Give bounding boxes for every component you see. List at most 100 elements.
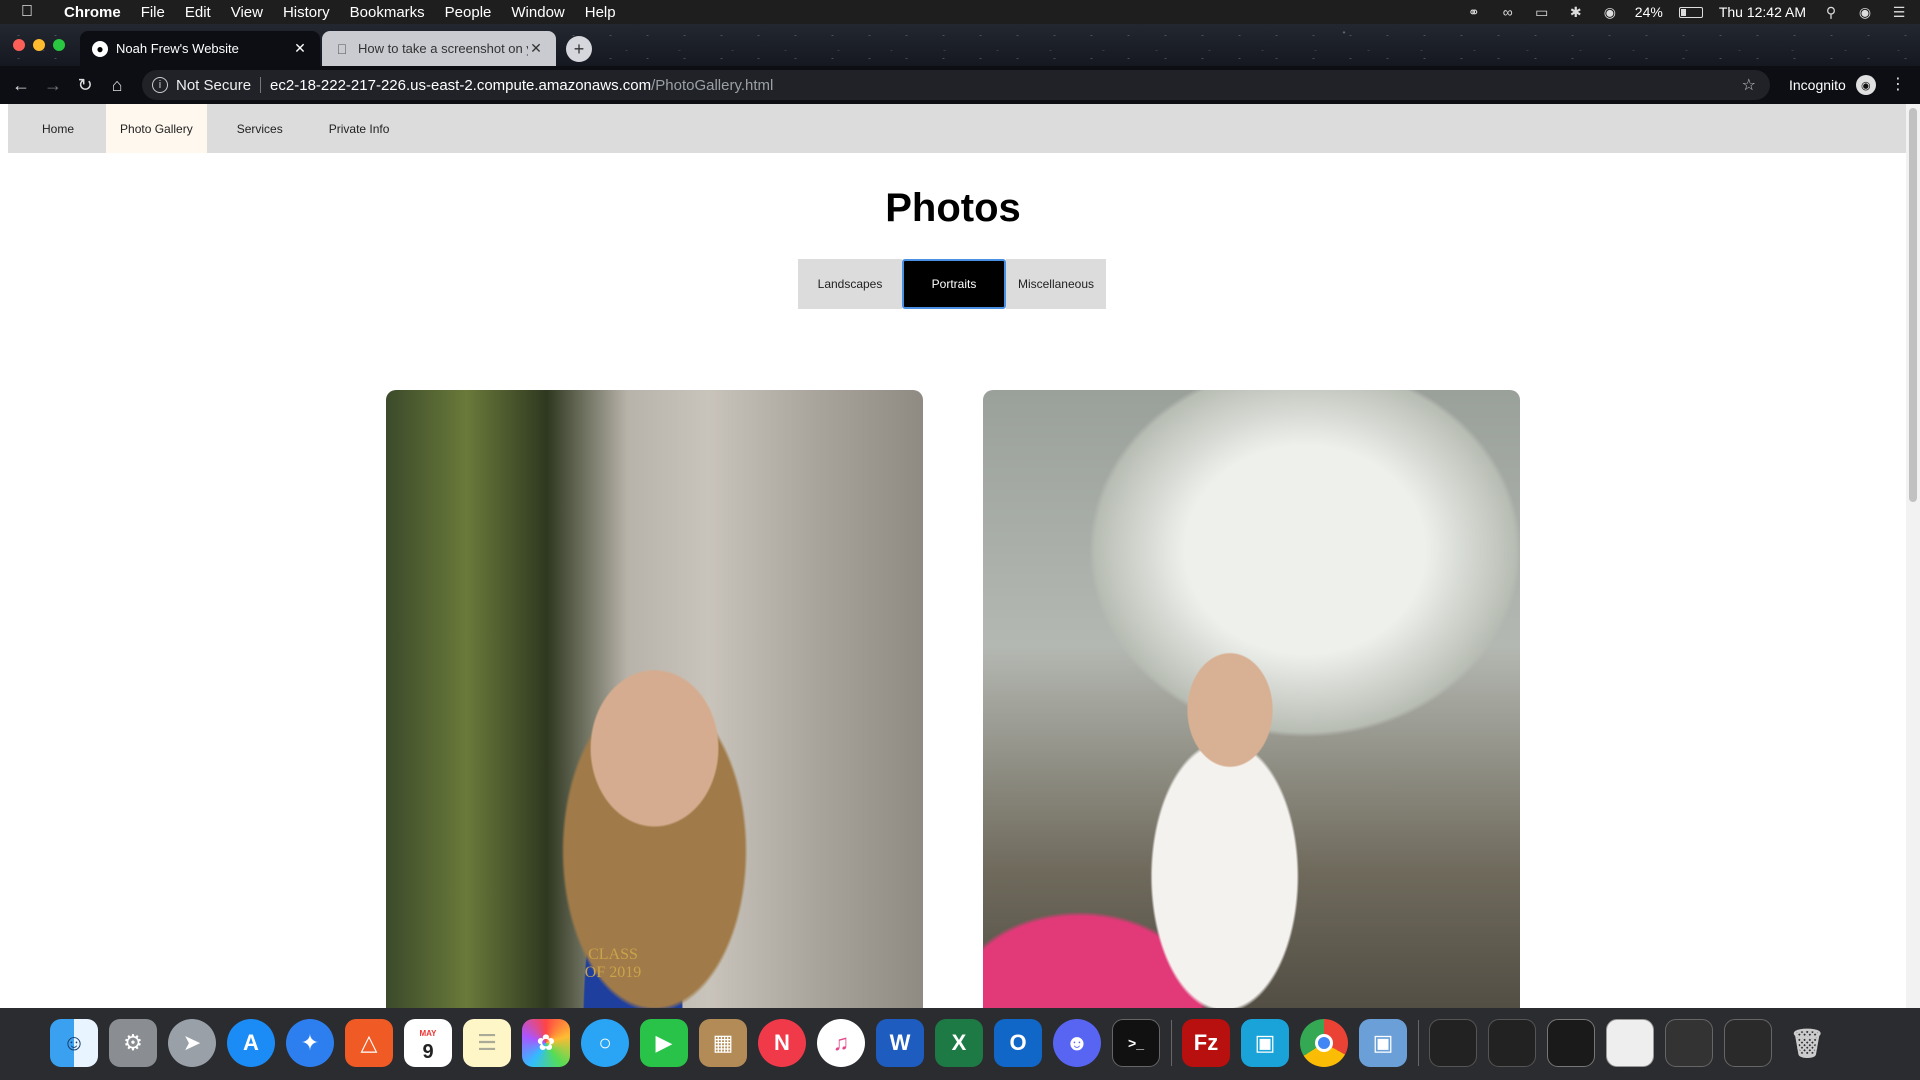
- menu-history[interactable]: History: [273, 4, 340, 21]
- discord-icon[interactable]: ☻: [1053, 1019, 1101, 1067]
- minimize-window-button[interactable]: [33, 39, 45, 51]
- menu-app-name[interactable]: Chrome: [54, 4, 131, 21]
- calendar-icon[interactable]: MAY 9: [404, 1019, 452, 1067]
- page-title: Photos: [885, 186, 1021, 230]
- portrait-photo-graduation-stole[interactable]: CLASS OF 2019: [386, 390, 923, 1008]
- excel-icon[interactable]: X: [935, 1019, 983, 1067]
- home-icon[interactable]: ⌂: [101, 75, 133, 96]
- filter-miscellaneous-button[interactable]: Miscellaneous: [1006, 259, 1106, 309]
- tab-apple-support[interactable]:  How to take a screenshot on your Mac -…: [322, 31, 556, 66]
- security-status[interactable]: Not Secure: [176, 77, 251, 94]
- app-store-icon[interactable]: A: [227, 1019, 275, 1067]
- portrait-photo-flowering-tree[interactable]: [983, 390, 1520, 1008]
- battery-icon[interactable]: [1678, 6, 1703, 18]
- menu-window[interactable]: Window: [501, 4, 574, 21]
- menu-view[interactable]: View: [221, 4, 273, 21]
- bookmark-star-icon[interactable]: ☆: [1742, 75, 1756, 95]
- menu-bookmarks[interactable]: Bookmarks: [340, 4, 435, 21]
- filezilla-icon[interactable]: Fz: [1182, 1019, 1230, 1067]
- preview-icon[interactable]: ▣: [1359, 1019, 1407, 1067]
- dock-divider: [1418, 1020, 1419, 1066]
- close-window-button[interactable]: [13, 39, 25, 51]
- notefile-icon[interactable]: ▦: [699, 1019, 747, 1067]
- terminal-icon[interactable]: >_: [1112, 1019, 1160, 1067]
- chrome-icon[interactable]: [1300, 1019, 1348, 1067]
- outlook-icon[interactable]: O: [994, 1019, 1042, 1067]
- tab-title: How to take a screenshot on your Mac - A…: [358, 41, 528, 56]
- forward-arrow-icon[interactable]: →: [37, 75, 69, 96]
- airplay-icon[interactable]: ▭: [1533, 4, 1551, 21]
- incognito-indicator[interactable]: Incognito ◉: [1789, 75, 1876, 95]
- minimized-window-thumbnail[interactable]: [1665, 1019, 1713, 1067]
- trash-icon[interactable]: 🗑: [1783, 1019, 1831, 1067]
- minimized-window-thumbnail[interactable]: [1429, 1019, 1477, 1067]
- macos-menu-bar:  Chrome File Edit View History Bookmark…: [0, 0, 1920, 24]
- safari-icon[interactable]: ✦: [286, 1019, 334, 1067]
- notification-center-icon[interactable]: ☰: [1890, 4, 1908, 21]
- incognito-icon: ◉: [1855, 75, 1876, 95]
- menu-bar-tray: ⚭ ∞ ▭ ✱ ◉ 24% Thu 12:42 AM ⚲ ◉ ☰: [1465, 0, 1908, 24]
- spotlight-search-icon[interactable]: ⚲: [1822, 4, 1840, 21]
- system-preferences-icon[interactable]: ⚙: [109, 1019, 157, 1067]
- filter-portraits-button[interactable]: Portraits: [902, 259, 1006, 309]
- creative-cloud-icon[interactable]: ∞: [1499, 4, 1517, 20]
- window-controls: [13, 39, 65, 51]
- tab-noah-frews-website[interactable]: ● Noah Frew's Website ✕: [80, 31, 320, 66]
- address-bar[interactable]: i Not Secure ec2-18-222-217-226.us-east-…: [142, 70, 1770, 100]
- battery-percentage: 24%: [1634, 4, 1663, 20]
- url-path: /PhotoGallery.html: [651, 76, 774, 94]
- address-bar-separator: [260, 77, 262, 93]
- nav-services[interactable]: Services: [207, 104, 313, 153]
- reload-icon[interactable]: ↻: [69, 75, 101, 96]
- menu-file[interactable]: File: [131, 4, 175, 21]
- scrollbar-thumb[interactable]: [1909, 108, 1917, 502]
- nav-home[interactable]: Home: [8, 104, 106, 153]
- brave-icon[interactable]: △: [345, 1019, 393, 1067]
- frame-app-icon[interactable]: ▣: [1241, 1019, 1289, 1067]
- new-tab-button[interactable]: +: [566, 36, 592, 62]
- facetime-icon[interactable]: ▶: [640, 1019, 688, 1067]
- nav-photo-gallery[interactable]: Photo Gallery: [106, 104, 207, 153]
- site-navigation: Home Photo Gallery Services Private Info: [8, 104, 1906, 153]
- news-icon[interactable]: N: [758, 1019, 806, 1067]
- filter-landscapes-button[interactable]: Landscapes: [798, 259, 902, 309]
- macos-dock: ☺ ⚙ ➤ A ✦ △ MAY 9 ☰ ✿ ○ ▶ ▦ N ♫ W X O ☻ …: [0, 1008, 1920, 1080]
- nav-private-info[interactable]: Private Info: [313, 104, 406, 153]
- finder-icon[interactable]: ☺: [50, 1019, 98, 1067]
- dock-icons: ☺ ⚙ ➤ A ✦ △ MAY 9 ☰ ✿ ○ ▶ ▦ N ♫ W X O ☻ …: [50, 1014, 1870, 1072]
- apple-menu-icon[interactable]: : [0, 3, 54, 21]
- minimized-window-thumbnail[interactable]: [1488, 1019, 1536, 1067]
- back-arrow-icon[interactable]: ←: [5, 75, 37, 96]
- site-info-icon[interactable]: i: [152, 77, 168, 93]
- menu-help[interactable]: Help: [575, 4, 626, 21]
- close-tab-icon[interactable]: ✕: [292, 40, 308, 57]
- notes-icon[interactable]: ☰: [463, 1019, 511, 1067]
- tab-title: Noah Frew's Website: [116, 41, 239, 56]
- itunes-icon[interactable]: ♫: [817, 1019, 865, 1067]
- wifi-icon[interactable]: ◉: [1601, 4, 1619, 21]
- bluetooth-icon[interactable]: ✱: [1567, 4, 1585, 21]
- messages-icon[interactable]: ○: [581, 1019, 629, 1067]
- browser-tab-strip: ● Noah Frew's Website ✕  How to take a …: [0, 24, 1920, 66]
- word-icon[interactable]: W: [876, 1019, 924, 1067]
- glasses-icon[interactable]: ⚭: [1465, 4, 1483, 21]
- gallery-filter-buttons: Landscapes Portraits Miscellaneous: [798, 259, 1106, 309]
- launchpad-icon[interactable]: ➤: [168, 1019, 216, 1067]
- globe-icon: ●: [92, 40, 108, 57]
- incognito-label: Incognito: [1789, 77, 1846, 93]
- minimized-window-thumbnail[interactable]: [1606, 1019, 1654, 1067]
- zoom-window-button[interactable]: [53, 39, 65, 51]
- dock-divider: [1171, 1020, 1172, 1066]
- close-tab-icon[interactable]: ✕: [528, 40, 544, 57]
- menu-people[interactable]: People: [435, 4, 502, 21]
- photos-icon[interactable]: ✿: [522, 1019, 570, 1067]
- browser-toolbar: ← → ↻ ⌂ i Not Secure ec2-18-222-217-226.…: [0, 66, 1920, 104]
- minimized-window-thumbnail[interactable]: [1724, 1019, 1772, 1067]
- minimized-window-thumbnail[interactable]: [1547, 1019, 1595, 1067]
- calendar-day: 9: [422, 1041, 434, 1063]
- menu-bar-clock[interactable]: Thu 12:42 AM: [1719, 4, 1806, 20]
- siri-icon[interactable]: ◉: [1856, 4, 1874, 21]
- page-scrollbar[interactable]: [1906, 104, 1920, 1008]
- menu-edit[interactable]: Edit: [175, 4, 221, 21]
- chrome-menu-icon[interactable]: ⋮: [1890, 74, 1906, 94]
